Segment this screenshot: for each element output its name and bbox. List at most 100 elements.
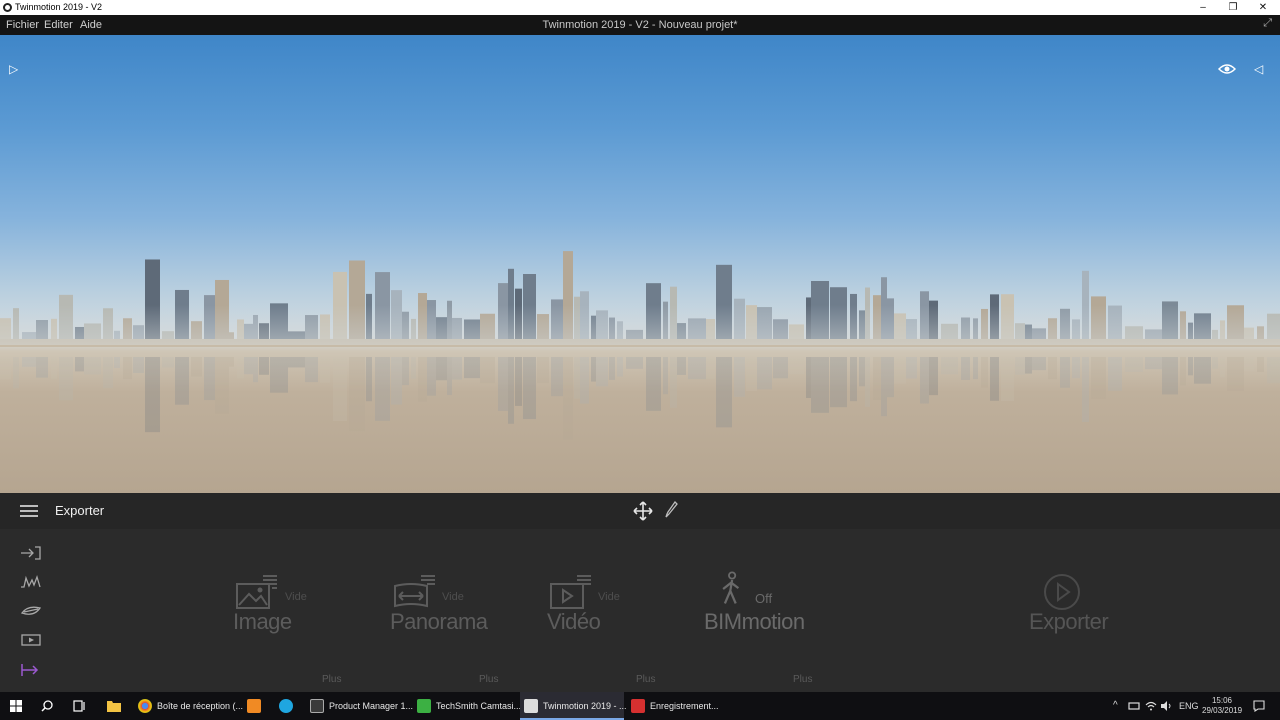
export-button[interactable]: Exporter	[1029, 609, 1109, 635]
taskbar-app-f[interactable]	[243, 692, 267, 720]
taskbar-app-product-manager[interactable]: Product Manager 1...	[306, 692, 413, 720]
building-reflection	[1145, 357, 1162, 370]
building-reflection	[215, 357, 229, 414]
clock[interactable]: 15:06 29/03/2019	[1202, 696, 1242, 716]
bimmotion-plus-link[interactable]: Plus	[793, 674, 812, 685]
building-reflection	[145, 357, 160, 433]
language-indicator[interactable]: ENG	[1179, 701, 1199, 711]
twinmotion-app-icon	[3, 3, 12, 12]
building-reflection	[1091, 357, 1106, 399]
left-panel-toggle-icon[interactable]: ▷	[9, 62, 18, 76]
building-reflection	[789, 357, 804, 374]
taskbar-app-recorder[interactable]: Enregistrement...	[627, 692, 731, 720]
building-reflection	[1125, 357, 1143, 373]
building-reflection	[920, 357, 929, 404]
close-button[interactable]: ✕	[1248, 0, 1278, 15]
building-reflection	[366, 357, 372, 402]
building-reflection	[990, 357, 999, 401]
3d-viewport[interactable]: ▷ ◁	[0, 35, 1280, 493]
building-reflection	[1227, 357, 1244, 391]
panorama-label[interactable]: Panorama	[390, 609, 488, 635]
building-reflection	[1194, 357, 1211, 384]
firefox-f-icon	[247, 699, 261, 713]
building-reflection	[961, 357, 970, 380]
skyline-reflection	[0, 357, 1280, 440]
menu-item-fichier[interactable]: Fichier	[6, 18, 39, 32]
archicad-icon	[310, 699, 324, 713]
building-reflection	[498, 357, 508, 411]
building-reflection	[551, 357, 563, 397]
building-reflection	[663, 357, 668, 395]
wifi-icon[interactable]	[1145, 701, 1157, 711]
camtasia-c-icon	[279, 699, 293, 713]
media-icon[interactable]	[20, 632, 42, 648]
taskbar-app-label: Enregistrement...	[650, 701, 719, 711]
building-reflection	[253, 357, 258, 383]
search-icon[interactable]	[41, 700, 53, 712]
building-reflection	[1220, 357, 1225, 378]
tray-chevron-icon[interactable]: ^	[1113, 700, 1118, 711]
building-reflection	[591, 357, 596, 382]
building-reflection	[84, 357, 101, 375]
image-plus-link[interactable]: Plus	[322, 674, 341, 685]
bimmotion-label[interactable]: BIMmotion	[704, 609, 805, 635]
eye-icon[interactable]	[1218, 63, 1236, 75]
building-reflection	[1188, 357, 1193, 376]
building-reflection	[865, 357, 870, 407]
file-explorer-icon[interactable]	[107, 700, 121, 712]
taskbar-app-twinmotion[interactable]: Twinmotion 2019 - ...	[520, 692, 627, 720]
camtasia-icon	[417, 699, 431, 713]
building-reflection	[1257, 357, 1264, 373]
clock-time: 15:06	[1211, 696, 1233, 705]
building-reflection	[305, 357, 318, 383]
panorama-icon[interactable]	[394, 574, 436, 610]
building-reflection	[411, 357, 416, 379]
notifications-icon[interactable]	[1253, 700, 1265, 712]
taskbar-app-camtasia-c[interactable]	[275, 692, 299, 720]
fullscreen-icon[interactable]: ⤢	[1263, 17, 1272, 30]
walking-person-icon[interactable]	[712, 571, 754, 607]
recorder-icon	[631, 699, 645, 713]
video-label[interactable]: Vidéo	[547, 609, 601, 635]
taskbar-app-techsmith[interactable]: TechSmith Camtasi...	[413, 692, 521, 720]
menu-item-aide[interactable]: Aide	[80, 18, 102, 32]
move-tool-icon[interactable]	[633, 501, 653, 521]
landscape-icon[interactable]	[20, 603, 42, 619]
video-icon[interactable]	[550, 574, 592, 610]
building-reflection	[881, 357, 887, 417]
building-reflection	[320, 357, 330, 383]
building-reflection	[508, 357, 514, 424]
building-reflection	[1015, 357, 1025, 375]
building-reflection	[894, 357, 906, 384]
restore-button[interactable]: ❐	[1218, 0, 1248, 15]
brush-tool-icon[interactable]	[664, 501, 678, 519]
image-icon[interactable]	[236, 574, 278, 610]
video-state: Vide	[598, 591, 620, 603]
building-reflection	[1072, 357, 1080, 379]
document-title: Twinmotion 2019 - V2 - Nouveau projet*	[542, 19, 738, 31]
video-plus-link[interactable]: Plus	[636, 674, 655, 685]
taskbar-app-chrome[interactable]: Boîte de réception (...	[134, 692, 243, 720]
building-reflection	[941, 357, 958, 375]
building-reflection	[51, 357, 57, 379]
menu-item-editer[interactable]: Editer	[44, 18, 73, 32]
window-title: Twinmotion 2019 - V2	[15, 2, 103, 12]
export-play-icon[interactable]	[1043, 573, 1081, 611]
right-panel-toggle-icon[interactable]: ◁	[1254, 62, 1263, 76]
import-icon[interactable]	[20, 545, 42, 561]
settings-wave-icon[interactable]	[20, 574, 42, 590]
task-view-icon[interactable]	[73, 700, 86, 712]
image-label[interactable]: Image	[233, 609, 292, 635]
building-reflection	[830, 357, 847, 408]
building-reflection	[114, 357, 120, 368]
minimize-button[interactable]: –	[1188, 0, 1218, 15]
panorama-plus-link[interactable]: Plus	[479, 674, 498, 685]
volume-icon[interactable]	[1160, 701, 1172, 711]
building-reflection	[447, 357, 452, 396]
export-icon[interactable]	[20, 662, 42, 678]
building-reflection	[464, 357, 480, 379]
hamburger-menu-icon[interactable]	[20, 505, 38, 517]
network-icon[interactable]	[1128, 702, 1140, 711]
building-reflection	[626, 357, 643, 369]
windows-start-icon[interactable]	[10, 700, 22, 712]
